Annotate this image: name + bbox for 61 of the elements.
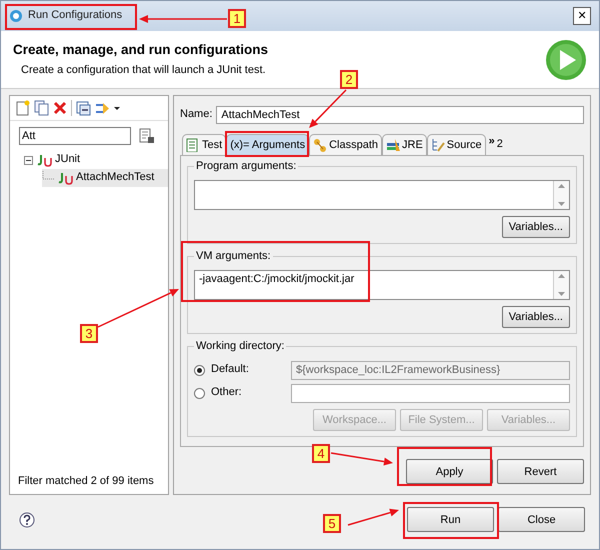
callout-label: 3 [80,324,98,343]
callout-label: 1 [228,9,246,28]
program-arguments-field[interactable] [194,180,570,210]
arrow [330,452,393,466]
tree-item[interactable]: AttachMechTest [42,169,168,187]
filter-icon[interactable] [95,100,121,116]
working-directory-label: Working directory: [194,340,286,354]
vm-arguments-field[interactable]: -javaagent:C:/jmockit/jmockit.jar [194,270,570,300]
tab-icon [313,138,328,152]
filter-status: Filter matched 2 of 99 items [17,474,155,489]
tab-icon [430,138,445,152]
new-configuration-icon[interactable] [16,100,30,116]
name-label: Name: [180,108,212,122]
tab-icon [186,138,200,152]
variables-button[interactable]: Variables... [502,306,570,328]
tab-icon [386,138,400,152]
radio-label: Other: [211,386,243,400]
arrow [348,508,399,526]
dialog-button[interactable]: Run [407,507,494,532]
app-icon [9,9,23,23]
run-icon [545,38,587,80]
scroll-down-icon[interactable] [558,292,565,296]
close-button[interactable]: ✕ [573,7,591,25]
dialog-button[interactable]: Apply [406,459,493,484]
arrow [309,89,347,128]
tab-overflow[interactable]: » 2 [486,134,506,155]
window-title: Run Configurations [28,9,122,23]
collapse-icon[interactable] [24,156,33,164]
header-title: Create, manage, and run configurations [13,42,268,58]
test-icon [57,171,73,185]
dialog-button[interactable]: Revert [497,459,584,484]
delete-icon[interactable] [53,101,67,115]
callout-label: 5 [323,514,341,533]
tab[interactable]: (x)= Arguments [226,134,310,155]
tab[interactable]: Source [426,134,486,155]
scroll-up-icon[interactable] [558,274,565,278]
scroll-up-icon[interactable] [558,184,565,188]
radio-button[interactable] [194,388,205,399]
tab[interactable]: JRE [382,134,427,155]
header-description: Create a configuration that will launch a JUnit test. [21,64,266,78]
directory-field[interactable] [291,384,570,403]
vm-arguments-label: VM arguments: [194,250,273,264]
tab[interactable]: Classpath [309,134,382,155]
dialog-button[interactable]: Close [498,507,585,532]
callout-label: 4 [312,444,330,463]
program-arguments-label: Program arguments: [194,160,298,174]
collapse-all-icon[interactable] [76,100,91,116]
tree-item[interactable]: JUnit [24,151,168,169]
clear-filter-icon[interactable] [139,128,155,144]
duplicate-icon[interactable] [34,100,49,116]
test-icon [36,153,52,167]
help-icon[interactable] [19,512,35,528]
variables-button[interactable]: Variables... [502,216,570,238]
callout-label: 2 [340,70,358,89]
scroll-down-icon[interactable] [558,202,565,206]
name-field[interactable]: AttachMechTest [216,106,584,124]
scrollbar[interactable] [553,181,569,210]
radio-label: Default: [211,363,250,377]
scrollbar[interactable] [553,271,569,300]
filter-field[interactable]: Att [19,127,131,145]
tab[interactable]: Test [182,134,226,155]
